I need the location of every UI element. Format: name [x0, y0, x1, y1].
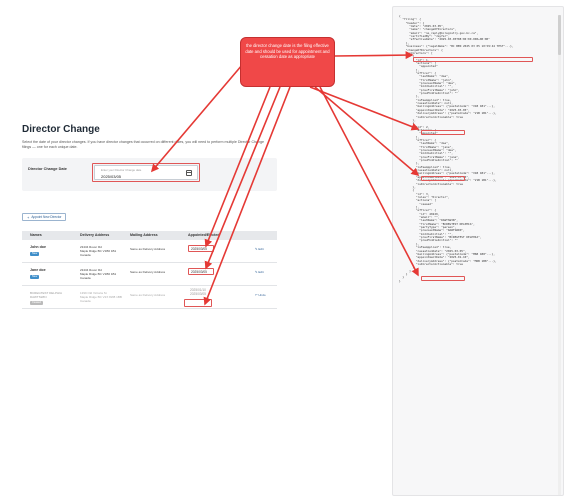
- appointed-date: 2025/03/05: [188, 267, 214, 275]
- edit-label: Edit: [258, 246, 264, 251]
- col-appointed: Appointed/Elected: [188, 233, 220, 237]
- table-row: Jane doe New 23434 Rover Rd Maple Ridge …: [22, 263, 277, 286]
- director-name: Jane doe: [30, 267, 46, 272]
- undo-button[interactable]: ↶ Undo: [255, 293, 266, 297]
- appointment-date-highlight: [421, 130, 465, 135]
- edit-button[interactable]: ✎ Edit: [255, 247, 264, 251]
- plus-icon: +: [27, 214, 30, 220]
- mailing-address: Same as Delivery Address: [130, 292, 166, 297]
- ceased-value: 2025/03/05: [190, 291, 206, 296]
- page-title: Director Change: [22, 124, 100, 135]
- status-badge: New: [30, 251, 40, 256]
- change-date-label: Director Change Date: [28, 167, 67, 171]
- effective-date-highlight: [413, 57, 533, 62]
- appoint-new-director-label: Appoint New Director: [31, 215, 62, 219]
- mailing-address: Same as Delivery Address: [130, 269, 166, 274]
- col-delivery-address: Delivery Address: [80, 233, 110, 237]
- director-change-form: Director Change Select the date of your …: [22, 124, 277, 309]
- table-row: John doe New 23434 Rover Rd Maple Ridge …: [22, 240, 277, 263]
- edit-button[interactable]: ✎ Edit: [255, 270, 264, 274]
- delivery-address: 23434 Rover Rd Maple Ridge BC V1B6 1B1 C…: [80, 268, 116, 281]
- date-input-highlight: [92, 163, 200, 182]
- json-line: "effectiveDate": "2025-03-05T08:00:00.00…: [399, 37, 490, 42]
- director-name: John doe: [30, 244, 46, 249]
- scrollbar-track[interactable]: [558, 15, 561, 495]
- scrollbar-thumb[interactable]: [558, 15, 561, 55]
- director-name: BCREGTEST DELPHIA DAWTSWIN: [30, 290, 62, 299]
- change-date-card: Director Change Date Enter your Director…: [22, 158, 277, 191]
- address-line: Canada: [80, 298, 91, 303]
- col-mailing-address: Mailing Address: [130, 233, 158, 237]
- json-viewer: { "filing": { "header": { "date": "2025-…: [392, 6, 564, 496]
- status-badge: New: [30, 274, 40, 279]
- page-description: Select the date of your director changes…: [22, 140, 265, 149]
- table-row: BCREGTEST DELPHIA DAWTSWIN Ceased 1399 O…: [22, 286, 277, 309]
- delivery-address: 23434 Rover Rd Maple Ridge BC V1B6 1B1 C…: [80, 245, 116, 258]
- appointment-date-highlight: [421, 176, 465, 181]
- status-badge: Ceased: [30, 300, 43, 305]
- edit-label: Edit: [258, 269, 264, 274]
- appointed-date: 2025/03/05: [188, 244, 214, 252]
- directors-table: Names Delivery Address Mailing Address A…: [22, 230, 277, 309]
- address-line: Canada: [80, 275, 91, 280]
- delivery-address: 1399 Old Victoria St Maple Ridge BC V2X …: [80, 291, 122, 304]
- address-line: Canada: [80, 252, 91, 257]
- annotated-screenshot: Director Change Select the date of your …: [0, 0, 570, 500]
- undo-label: Undo: [258, 292, 266, 297]
- appoint-new-director-button[interactable]: + Appoint New Director: [22, 213, 67, 221]
- ceased-date-highlight: [184, 298, 212, 307]
- annotation-callout: the director change date is the filing e…: [240, 37, 335, 87]
- cessation-date-highlight: [421, 276, 465, 281]
- table-header: Names Delivery Address Mailing Address A…: [22, 230, 277, 240]
- col-names: Names: [30, 233, 42, 237]
- mailing-address: Same as Delivery Address: [130, 246, 166, 251]
- json-line: }: [399, 278, 401, 283]
